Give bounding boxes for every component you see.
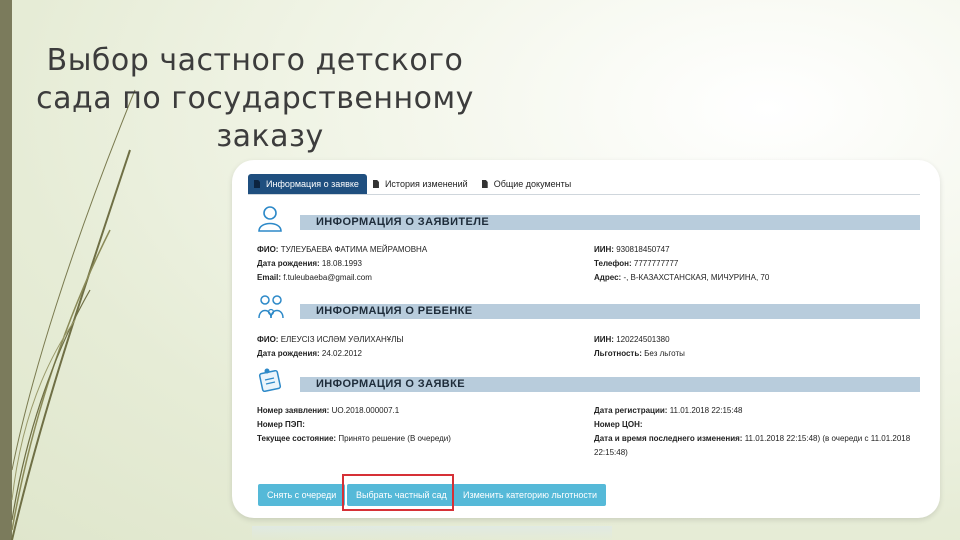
- field-label: Номер ЦОН:: [594, 420, 643, 429]
- field-value: 24.02.2012: [321, 349, 362, 358]
- child-section-header: ИНФОРМАЦИЯ О РЕБЕНКЕ: [256, 292, 920, 328]
- application-number: Номер заявления: UO.2018.000007.1: [257, 405, 399, 416]
- tab-label: Информация о заявке: [266, 179, 359, 189]
- applicant-email: Email: f.tuleubaeba@gmail.com: [257, 272, 372, 283]
- document-icon: [481, 180, 488, 188]
- field-value: Принято решение (В очереди): [338, 434, 451, 443]
- field-value: -, В-КАЗАХСТАНСКАЯ, МИЧУРИНА, 70: [623, 273, 770, 282]
- field-label: Номер ПЭП:: [257, 420, 305, 429]
- field-label: Дата и время последнего изменения:: [594, 434, 743, 443]
- field-value: 120224501380: [616, 335, 670, 344]
- applicant-phone: Телефон: 7777777777: [594, 258, 678, 269]
- slide-title-line: сада по государственному: [36, 81, 474, 116]
- field-value: UO.2018.000007.1: [331, 406, 400, 415]
- applicant-iin: ИИН: 930818450747: [594, 244, 670, 255]
- applicant-section-header: ИНФОРМАЦИЯ О ЗАЯВИТЕЛЕ: [256, 203, 920, 239]
- applicant-fio: ФИО: ТУЛЕУБАЕВА ФАТИМА МЕЙРАМОВНА: [257, 244, 427, 255]
- tab-bar: Информация о заявке История изменений Об…: [248, 174, 920, 195]
- document-icon: [254, 180, 260, 188]
- field-label: Номер заявления:: [257, 406, 330, 415]
- application-section-header: ИНФОРМАЦИЯ О ЗАЯВКЕ: [256, 365, 920, 401]
- application-reg-date: Дата регистрации: 11.01.2018 22:15:48: [594, 405, 743, 416]
- child-birth: Дата рождения: 24.02.2012: [257, 348, 362, 359]
- application-last-change: Дата и время последнего изменения: 11.01…: [594, 432, 914, 460]
- section-title: ИНФОРМАЦИЯ О РЕБЕНКЕ: [316, 305, 473, 317]
- child-benefits: Льготность: Без льготы: [594, 348, 685, 359]
- field-label: Дата регистрации:: [594, 406, 668, 415]
- field-label: Дата рождения:: [257, 349, 320, 358]
- clipboard-icon: [258, 368, 282, 393]
- document-icon: [372, 180, 379, 188]
- field-value: ТУЛЕУБАЕВА ФАТИМА МЕЙРАМОВНА: [280, 245, 428, 254]
- tab-label: История изменений: [384, 179, 468, 189]
- application-pep: Номер ПЭП:: [257, 419, 305, 430]
- reflection-strip: [252, 526, 612, 540]
- field-label: Адрес:: [594, 273, 622, 282]
- change-benefit-category-button[interactable]: Изменить категорию льготности: [454, 484, 607, 506]
- field-label: Телефон:: [594, 259, 632, 268]
- tab-common-documents[interactable]: Общие документы: [476, 174, 580, 194]
- slide-title-line: Выбор частного детского: [46, 43, 464, 78]
- application-card: Информация о заявке История изменений Об…: [232, 160, 940, 518]
- field-label: Текущее состояние:: [257, 434, 337, 443]
- field-label: ФИО:: [257, 335, 279, 344]
- section-title: ИНФОРМАЦИЯ О ЗАЯВКЕ: [316, 378, 465, 390]
- field-label: Льготность:: [594, 349, 642, 358]
- field-value: 11.01.2018 22:15:48: [669, 406, 743, 415]
- field-value: Без льготы: [644, 349, 685, 358]
- tab-change-history[interactable]: История изменений: [367, 174, 476, 194]
- remove-from-queue-button[interactable]: Снять с очереди: [258, 484, 346, 506]
- field-value: f.tuleubaeba@gmail.com: [283, 273, 372, 282]
- field-value: 930818450747: [616, 245, 670, 254]
- field-label: ИИН:: [594, 245, 614, 254]
- slide-title-line: заказу: [216, 119, 324, 154]
- field-label: ИИН:: [594, 335, 614, 344]
- child-fio: ФИО: ЕЛЕУСІЗ ИСЛӘМ УӘЛИХАНҰЛЫ: [257, 334, 404, 345]
- application-state: Текущее состояние: Принято решение (В оч…: [257, 433, 451, 444]
- field-label: Email:: [257, 273, 282, 282]
- applicant-birth: Дата рождения: 18.08.1993: [257, 258, 362, 269]
- section-title: ИНФОРМАЦИЯ О ЗАЯВИТЕЛЕ: [316, 216, 490, 228]
- field-value: ЕЛЕУСІЗ ИСЛӘМ УӘЛИХАНҰЛЫ: [280, 335, 404, 344]
- slide-title: Выбор частного детского сада по государс…: [20, 42, 490, 156]
- family-icon: [258, 295, 284, 319]
- field-label: ФИО:: [257, 245, 279, 254]
- highlight-frame: [342, 474, 454, 511]
- tab-application-info[interactable]: Информация о заявке: [248, 174, 367, 194]
- child-iin: ИИН: 120224501380: [594, 334, 670, 345]
- tab-label: Общие документы: [493, 179, 572, 189]
- field-value: 18.08.1993: [321, 259, 362, 268]
- applicant-address: Адрес: -, В-КАЗАХСТАНСКАЯ, МИЧУРИНА, 70: [594, 272, 769, 283]
- field-value: 7777777777: [633, 259, 679, 268]
- field-label: Дата рождения:: [257, 259, 320, 268]
- application-con: Номер ЦОН:: [594, 419, 643, 430]
- user-icon: [258, 206, 282, 232]
